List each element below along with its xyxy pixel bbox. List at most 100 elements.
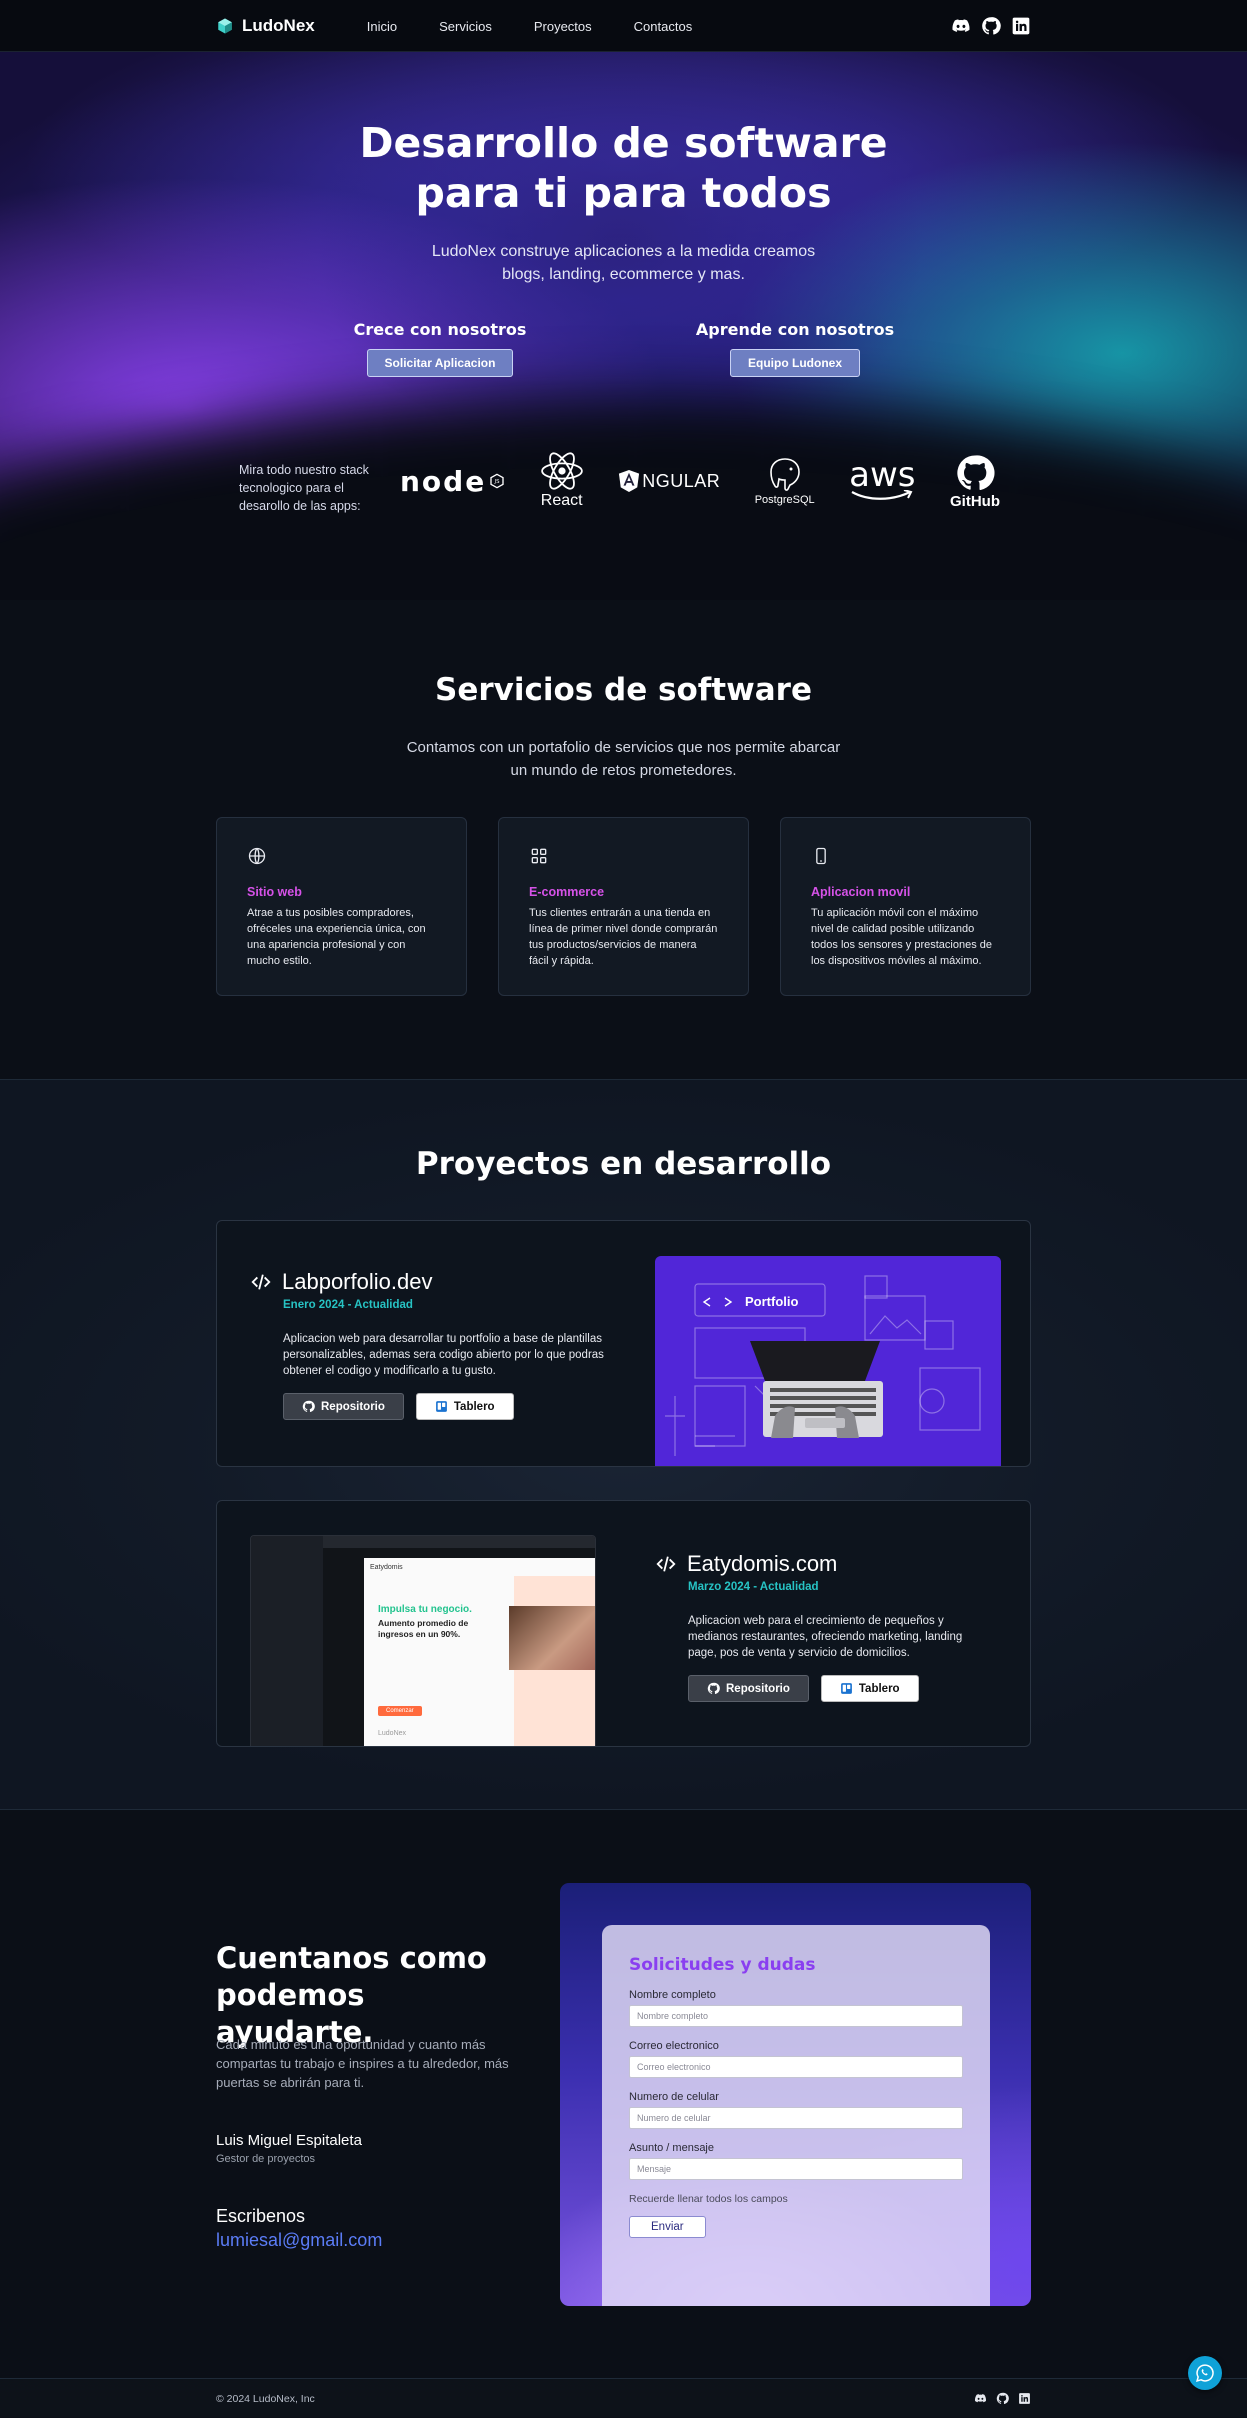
project-preview-eatydomis: Eatydomis Impulsa tu negocio. Aumento pr…: [250, 1535, 596, 1746]
contact-description: Cada minuto es una oportunidad y cuanto …: [216, 2037, 509, 2090]
main-menu: Inicio Servicios Proyectos Contactos: [367, 19, 692, 34]
react-atom-icon: [540, 452, 583, 490]
discord-icon[interactable]: [974, 2392, 987, 2405]
mobile-icon: [816, 847, 826, 865]
contact-email-link[interactable]: lumiesal@gmail.com: [216, 2230, 382, 2251]
linkedin-icon[interactable]: [1011, 16, 1031, 36]
nav-link-servicios[interactable]: Servicios: [439, 19, 492, 34]
tech-stack-logos: node JS React NGULAR PostgreSQL aws GitH…: [400, 452, 1000, 510]
person-name: Luis Miguel Espitaleta: [216, 2132, 362, 2149]
repository-label: Repositorio: [321, 1400, 385, 1413]
team-ludonex-button[interactable]: Equipo Ludonex: [730, 349, 860, 377]
project-date: Enero 2024 - Actualidad: [283, 1299, 413, 1311]
services-section: Servicios de software Contamos con un po…: [0, 600, 1247, 1080]
editor-tabs: [323, 1536, 595, 1548]
globe-icon: [248, 847, 266, 865]
editor-sidebar: [251, 1536, 323, 1746]
footer: © 2024 LudoNex, Inc: [0, 2378, 1247, 2417]
svg-text:JS: JS: [494, 479, 501, 485]
service-card-ecommerce[interactable]: E-commerce Tus clientes entrarán a una t…: [498, 817, 749, 996]
nav-link-proyectos[interactable]: Proyectos: [534, 19, 592, 34]
whatsapp-icon: [1196, 2364, 1214, 2382]
full-name-input[interactable]: Nombre completo: [629, 2005, 963, 2027]
project-actions: Repositorio Tablero: [283, 1393, 610, 1420]
cta-grow: Crece con nosotros Solicitar Aplicacion: [330, 320, 550, 377]
hero-lead-text: LudoNex construye aplicaciones a la medi…: [431, 243, 816, 283]
form-hint: Recuerde llenar todos los campos: [629, 2193, 788, 2205]
project-actions: Repositorio Tablero: [688, 1675, 985, 1702]
project-info: Eatydomis.com Marzo 2024 - Actualidad Ap…: [655, 1551, 985, 1702]
hexagon-icon: JS: [490, 473, 504, 489]
request-app-button[interactable]: Solicitar Aplicacion: [366, 349, 514, 377]
linkedin-icon[interactable]: [1018, 2392, 1031, 2405]
hero-title: Desarrollo de software para ti para todo…: [0, 118, 1247, 218]
submit-button[interactable]: Enviar: [629, 2216, 706, 2238]
form-title: Solicitudes y dudas: [629, 1955, 816, 1975]
hero-title-text: Desarrollo de software para ti para todo…: [359, 119, 888, 217]
aws-logo: aws: [849, 458, 916, 502]
projects-section: Proyectos en desarrollo Labporfolio.dev …: [0, 1080, 1247, 1810]
service-card-mobile[interactable]: Aplicacion movil Tu aplicación móvil con…: [780, 817, 1031, 996]
field-email: Correo electronico Correo electronico: [629, 2040, 963, 2078]
mock-brand: Eatydomis: [370, 1564, 403, 1571]
social-links: [951, 16, 1031, 36]
mock-subheadline: Aumento promedio de ingresos en un 90%.: [378, 1618, 469, 1639]
project-description: Aplicacion web para el crecimiento de pe…: [688, 1615, 963, 1659]
portfolio-illustration: Portfolio: [665, 1275, 981, 1456]
grid-icon: [531, 848, 547, 864]
board-label: Tablero: [858, 1682, 900, 1695]
project-preview-portfolio: Portfolio: [655, 1256, 1001, 1466]
field-message: Asunto / mensaje Mensaje: [629, 2142, 963, 2180]
mock-footer-brand: LudoNex: [378, 1730, 407, 1737]
eatydomis-site-mock: Eatydomis Impulsa tu negocio. Aumento pr…: [364, 1558, 595, 1746]
brand-name: LudoNex: [242, 16, 315, 35]
whatsapp-button[interactable]: [1188, 2356, 1222, 2390]
cta-learn: Aprende con nosotros Equipo Ludonex: [685, 320, 905, 377]
repository-label: Repositorio: [726, 1682, 790, 1695]
preview-portfolio-label: Portfolio: [745, 1294, 798, 1309]
board-button[interactable]: Tablero: [415, 1393, 514, 1420]
cube-logo-icon: [218, 18, 232, 34]
project-date: Marzo 2024 - Actualidad: [688, 1581, 819, 1593]
github-logo: GitHub: [950, 453, 1000, 510]
field-phone: Numero de celular Numero de celular: [629, 2091, 963, 2129]
contact-form: Solicitudes y dudas Nombre completo Nomb…: [602, 1925, 990, 2306]
projects-title: Proyectos en desarrollo: [415, 1146, 832, 1182]
github-icon[interactable]: [981, 16, 1001, 36]
repository-button[interactable]: Repositorio: [688, 1675, 809, 1702]
service-card-web[interactable]: Sitio web Atrae a tus posibles comprador…: [216, 817, 467, 996]
services-subtitle-text: Contamos con un portafolio de servicios …: [406, 739, 841, 779]
write-us-label: Escribenos: [216, 2206, 306, 2226]
postgresql-logo: PostgreSQL: [755, 456, 815, 506]
service-cards: Sitio web Atrae a tus posibles comprador…: [216, 817, 1031, 996]
react-logo-text: React: [540, 492, 583, 509]
services-title: Servicios de software: [435, 672, 812, 708]
email-input[interactable]: Correo electronico: [629, 2056, 963, 2078]
phone-input[interactable]: Numero de celular: [629, 2107, 963, 2129]
service-card-text: Atrae a tus posibles compradores, ofréce…: [247, 907, 426, 967]
brand-logo[interactable]: LudoNex: [216, 16, 315, 36]
board-button[interactable]: Tablero: [820, 1675, 919, 1702]
repository-button[interactable]: Repositorio: [283, 1393, 404, 1420]
copyright: © 2024 LudoNex, Inc: [216, 2392, 315, 2405]
top-nav: LudoNex Inicio Servicios Proyectos Conta…: [0, 0, 1247, 52]
project-title: Labporfolio.dev: [250, 1269, 610, 1295]
aws-smile-icon: [851, 490, 913, 500]
nodejs-logo: node JS: [400, 465, 505, 498]
service-card-title: Sitio web: [247, 885, 302, 899]
github-logo-text: GitHub: [950, 492, 1000, 510]
nav-link-contactos[interactable]: Contactos: [634, 19, 693, 34]
field-full-name: Nombre completo Nombre completo: [629, 1989, 963, 2027]
cta-grow-heading: Crece con nosotros: [353, 320, 527, 339]
service-card-text: Tu aplicación móvil con el máximo nivel …: [811, 907, 992, 967]
mock-start-button: Comenzar: [378, 1706, 422, 1716]
contact-section: Cuentanos como podemos ayudarte. Cada mi…: [0, 1810, 1247, 2378]
github-icon[interactable]: [996, 2392, 1009, 2405]
message-input[interactable]: Mensaje: [629, 2158, 963, 2180]
person-role: Gestor de proyectos: [216, 2153, 316, 2165]
hero-lead: LudoNex construye aplicaciones a la medi…: [0, 240, 1247, 286]
field-label: Correo electronico: [629, 2040, 719, 2052]
discord-icon[interactable]: [951, 16, 971, 36]
nav-link-inicio[interactable]: Inicio: [367, 19, 397, 34]
hero-section: Desarrollo de software para ti para todo…: [0, 52, 1247, 600]
